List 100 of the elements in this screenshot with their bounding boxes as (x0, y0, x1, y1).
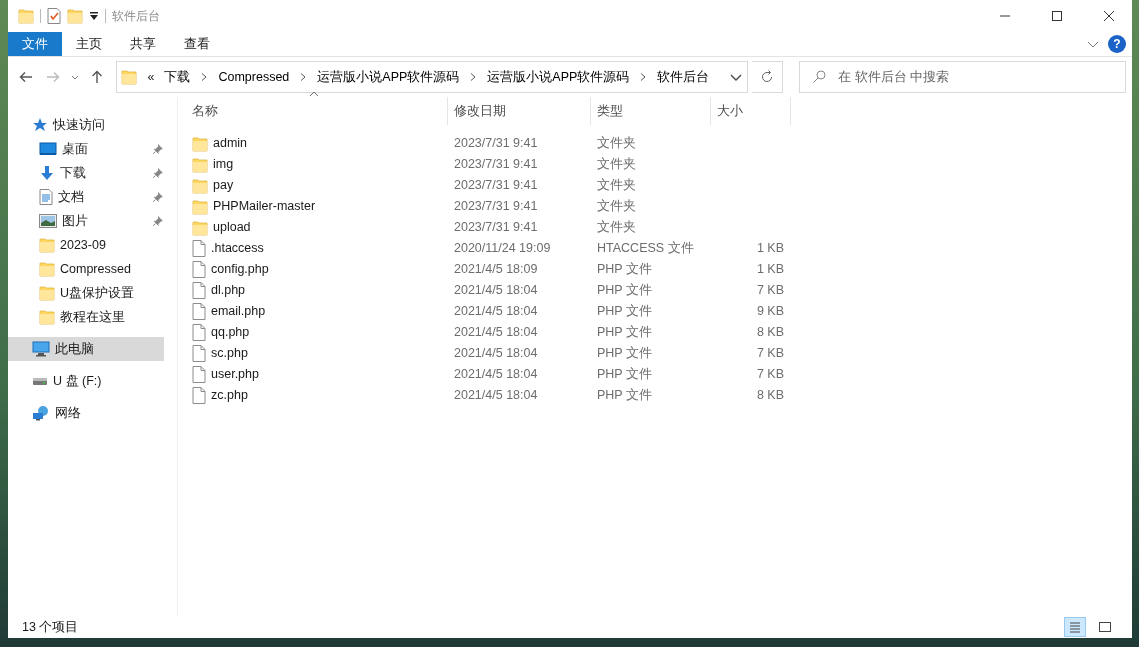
address-bar[interactable]: « 下载 Compressed 运营版小说APP软件源码 运营版小说APP软件源码 软件后台 (116, 61, 749, 93)
table-cell-text: PHP 文件 (596, 366, 653, 384)
refresh-button[interactable] (752, 61, 784, 93)
breadcrumb[interactable]: 运营版小说APP软件源码 (317, 67, 460, 87)
table-cell-text: PHP 文件 (596, 387, 653, 405)
table-cell-text: 7 KB (755, 282, 784, 300)
file-icon (192, 261, 206, 278)
chevron-right-icon (299, 72, 308, 82)
sidebar-item[interactable]: 此电脑 (8, 337, 164, 361)
column-header[interactable]: 修改日期 (448, 97, 591, 125)
sidebar-item[interactable]: 下载 (8, 161, 164, 185)
table-cell-text: 2021/4/5 18:04 (453, 387, 539, 405)
table-cell-text: 文件夹 (596, 177, 637, 195)
file-name[interactable]: upload (213, 218, 251, 237)
sidebar-item[interactable]: 快速访问 (8, 113, 164, 137)
breadcrumb[interactable]: 运营版小说APP软件源码 (487, 67, 630, 87)
pin-icon (152, 191, 164, 203)
file-name[interactable]: .htaccess (211, 239, 264, 258)
drive-icon (32, 376, 48, 386)
file-name[interactable]: img (213, 155, 234, 174)
pin-icon (152, 167, 164, 179)
search-field[interactable]: 在 软件后台 中搜索 (799, 61, 1126, 93)
sidebar-item[interactable]: Compressed (8, 257, 164, 281)
file-name[interactable]: PHPMailer-master (213, 197, 316, 216)
folder-icon (39, 285, 55, 301)
folder-icon (121, 69, 138, 85)
table-cell-text: 文件夹 (596, 219, 637, 237)
star-icon (32, 117, 48, 133)
details-view-icon (1067, 619, 1083, 635)
file-name[interactable]: qq.php (211, 323, 250, 342)
sidebar-item[interactable]: 图片 (8, 209, 164, 233)
sidebar-item[interactable]: 文档 (8, 185, 164, 209)
sidebar-item[interactable]: 教程在这里 (8, 305, 164, 329)
maximize-icon (1049, 8, 1065, 24)
table-cell-text: 2021/4/5 18:04 (453, 366, 539, 384)
item-count: 13 个项目 (22, 618, 79, 636)
right-arrow-icon (44, 69, 61, 85)
file-name[interactable]: zc.php (211, 386, 248, 405)
pin-icon (152, 143, 164, 155)
column-header[interactable]: 类型 (591, 97, 711, 125)
sidebar-item[interactable]: U盘保护设置 (8, 281, 164, 305)
path-overflow: « (147, 68, 155, 86)
file-name[interactable]: email.php (211, 302, 266, 321)
file-icon (192, 387, 206, 404)
dropdown-icon[interactable] (89, 11, 99, 21)
sidebar-item[interactable]: 网络 (8, 401, 164, 425)
chevron-down-icon (70, 74, 79, 80)
table-cell-text: 文件夹 (596, 198, 637, 216)
file-icon (192, 240, 206, 257)
table-cell-text: 1 KB (755, 240, 784, 258)
breadcrumb[interactable]: 下载 (164, 67, 191, 87)
ribbon-tab[interactable]: 共享 (116, 32, 170, 56)
properties-icon[interactable] (47, 8, 61, 24)
table-cell-text: PHP 文件 (596, 261, 653, 279)
monitor-icon (39, 142, 57, 156)
sort-ascending-icon (309, 91, 319, 97)
folder-icon (67, 8, 83, 24)
document-icon (39, 189, 53, 205)
close-icon (1101, 8, 1117, 24)
help-button[interactable]: ? (1108, 35, 1126, 53)
ribbon-tab[interactable]: 文件 (8, 32, 62, 56)
table-cell-text: 7 KB (755, 345, 784, 363)
file-name[interactable]: dl.php (211, 281, 246, 300)
table-cell-text: 2023/7/31 9:41 (453, 177, 539, 195)
table-cell-text: 2021/4/5 18:04 (453, 324, 539, 342)
table-cell-text: 文件夹 (596, 135, 637, 153)
ribbon-tab[interactable]: 主页 (62, 32, 116, 56)
left-arrow-icon (17, 69, 34, 85)
details-view-button[interactable] (1064, 617, 1086, 637)
breadcrumb[interactable]: 软件后台 (657, 67, 710, 87)
file-icon (192, 345, 206, 362)
sidebar-item[interactable]: U 盘 (F:) (8, 369, 164, 393)
folder-icon (192, 198, 208, 215)
folder-icon (192, 177, 208, 194)
tiles-view-icon (1097, 619, 1113, 635)
table-cell-text: 2021/4/5 18:04 (453, 282, 539, 300)
sidebar-item[interactable]: 桌面 (8, 137, 164, 161)
table-cell-text: 2023/7/31 9:41 (453, 219, 539, 237)
folder-icon (192, 219, 208, 236)
file-name[interactable]: admin (213, 134, 248, 153)
ribbon-tab[interactable]: 查看 (170, 32, 224, 56)
column-header[interactable]: 名称 (186, 97, 448, 125)
table-cell-text: 2021/4/5 18:04 (453, 345, 539, 363)
file-name[interactable]: sc.php (211, 344, 248, 363)
pin-icon (152, 215, 164, 227)
table-cell-text: PHP 文件 (596, 324, 653, 342)
file-icon (192, 282, 206, 299)
column-header[interactable]: 大小 (711, 97, 791, 125)
file-name[interactable]: pay (213, 176, 234, 195)
table-cell-text: 8 KB (755, 324, 784, 342)
table-cell-text: 1 KB (755, 261, 784, 279)
folder-icon (18, 8, 34, 24)
folder-icon (192, 135, 208, 152)
file-icon (192, 303, 206, 320)
sidebar-item[interactable]: 2023-09 (8, 233, 164, 257)
breadcrumb[interactable]: Compressed (218, 67, 290, 87)
file-name[interactable]: config.php (211, 260, 269, 279)
table-cell-text: PHP 文件 (596, 303, 653, 321)
minimize-icon (1000, 15, 1010, 17)
file-name[interactable]: user.php (211, 365, 259, 384)
